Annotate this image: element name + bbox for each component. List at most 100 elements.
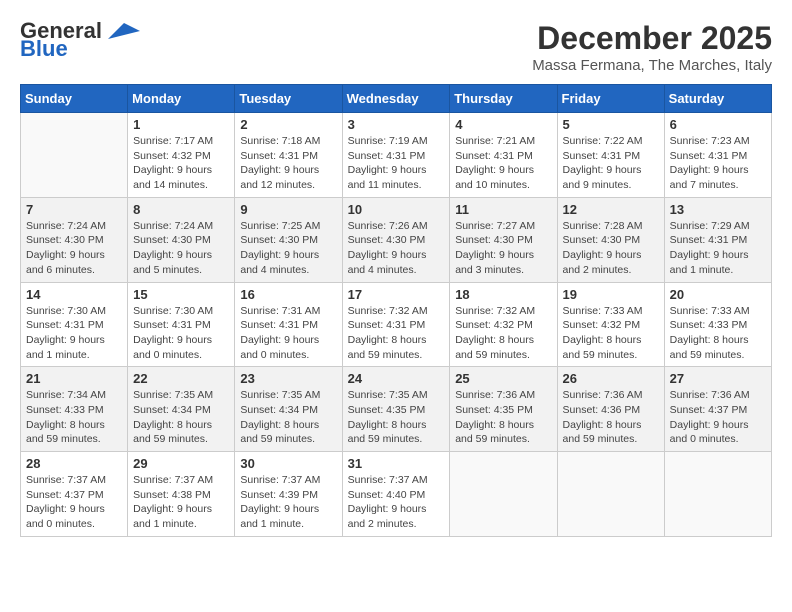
day-number: 30 bbox=[240, 456, 336, 471]
day-number: 5 bbox=[563, 117, 659, 132]
calendar-week-row: 21Sunrise: 7:34 AM Sunset: 4:33 PM Dayli… bbox=[21, 367, 772, 452]
day-number: 17 bbox=[348, 287, 445, 302]
day-info: Sunrise: 7:25 AM Sunset: 4:30 PM Dayligh… bbox=[240, 219, 336, 278]
calendar-cell: 24Sunrise: 7:35 AM Sunset: 4:35 PM Dayli… bbox=[342, 367, 450, 452]
calendar-cell bbox=[450, 452, 557, 537]
day-info: Sunrise: 7:24 AM Sunset: 4:30 PM Dayligh… bbox=[26, 219, 122, 278]
day-info: Sunrise: 7:28 AM Sunset: 4:30 PM Dayligh… bbox=[563, 219, 659, 278]
calendar-table: SundayMondayTuesdayWednesdayThursdayFrid… bbox=[20, 84, 772, 537]
day-info: Sunrise: 7:29 AM Sunset: 4:31 PM Dayligh… bbox=[670, 219, 766, 278]
calendar-cell: 13 Sunrise: 7:29 AM Sunset: 4:31 PM Dayli… bbox=[664, 197, 771, 282]
day-info: Sunrise: 7:35 AM Sunset: 4:34 PM Dayligh… bbox=[240, 388, 336, 447]
day-number: 24 bbox=[348, 371, 445, 386]
logo-icon bbox=[104, 21, 140, 39]
day-number: 19 bbox=[563, 287, 659, 302]
day-info: Sunrise: 7:17 AM Sunset: 4:32 PM Dayligh… bbox=[133, 134, 229, 193]
calendar-cell: 3Sunrise: 7:19 AM Sunset: 4:31 PM Daylig… bbox=[342, 113, 450, 198]
day-info: Sunrise: 7:21 AM Sunset: 4:31 PM Dayligh… bbox=[455, 134, 551, 193]
day-info: Sunrise: 7:37 AM Sunset: 4:39 PM Dayligh… bbox=[240, 473, 336, 532]
day-number: 23 bbox=[240, 371, 336, 386]
day-info: Sunrise: 7:27 AM Sunset: 4:30 PM Dayligh… bbox=[455, 219, 551, 278]
col-header-wednesday: Wednesday bbox=[342, 85, 450, 113]
day-info: Sunrise: 7:35 AM Sunset: 4:34 PM Dayligh… bbox=[133, 388, 229, 447]
col-header-friday: Friday bbox=[557, 85, 664, 113]
calendar-week-row: 7 Sunrise: 7:24 AM Sunset: 4:30 PM Daylig… bbox=[21, 197, 772, 282]
calendar-cell: 10Sunrise: 7:26 AM Sunset: 4:30 PM Dayli… bbox=[342, 197, 450, 282]
day-info: Sunrise: 7:33 AM Sunset: 4:33 PM Dayligh… bbox=[670, 304, 766, 363]
calendar-cell: 27 Sunrise: 7:36 AM Sunset: 4:37 PM Dayli… bbox=[664, 367, 771, 452]
calendar-cell: 15 Sunrise: 7:30 AM Sunset: 4:31 PM Dayli… bbox=[128, 282, 235, 367]
calendar-cell: 9 Sunrise: 7:25 AM Sunset: 4:30 PM Daylig… bbox=[235, 197, 342, 282]
day-info: Sunrise: 7:18 AM Sunset: 4:31 PM Dayligh… bbox=[240, 134, 336, 193]
day-info: Sunrise: 7:37 AM Sunset: 4:38 PM Dayligh… bbox=[133, 473, 229, 532]
calendar-cell: 22 Sunrise: 7:35 AM Sunset: 4:34 PM Dayli… bbox=[128, 367, 235, 452]
calendar-cell: 7 Sunrise: 7:24 AM Sunset: 4:30 PM Daylig… bbox=[21, 197, 128, 282]
day-info: Sunrise: 7:36 AM Sunset: 4:37 PM Dayligh… bbox=[670, 388, 766, 447]
calendar-cell: 26 Sunrise: 7:36 AM Sunset: 4:36 PM Dayli… bbox=[557, 367, 664, 452]
calendar-week-row: 28 Sunrise: 7:37 AM Sunset: 4:37 PM Dayli… bbox=[21, 452, 772, 537]
calendar-cell: 14Sunrise: 7:30 AM Sunset: 4:31 PM Dayli… bbox=[21, 282, 128, 367]
calendar-week-row: 1 Sunrise: 7:17 AM Sunset: 4:32 PM Daylig… bbox=[21, 113, 772, 198]
day-number: 20 bbox=[670, 287, 766, 302]
col-header-monday: Monday bbox=[128, 85, 235, 113]
title-block: December 2025 Massa Fermana, The Marches… bbox=[532, 20, 772, 74]
day-info: Sunrise: 7:24 AM Sunset: 4:30 PM Dayligh… bbox=[133, 219, 229, 278]
calendar-cell: 31Sunrise: 7:37 AM Sunset: 4:40 PM Dayli… bbox=[342, 452, 450, 537]
day-info: Sunrise: 7:30 AM Sunset: 4:31 PM Dayligh… bbox=[133, 304, 229, 363]
calendar-cell: 8 Sunrise: 7:24 AM Sunset: 4:30 PM Daylig… bbox=[128, 197, 235, 282]
day-info: Sunrise: 7:22 AM Sunset: 4:31 PM Dayligh… bbox=[563, 134, 659, 193]
calendar-cell bbox=[557, 452, 664, 537]
day-number: 31 bbox=[348, 456, 445, 471]
day-number: 1 bbox=[133, 117, 229, 132]
day-number: 15 bbox=[133, 287, 229, 302]
calendar-week-row: 14 Sunrise: 7:30 AM Sunset: 4:31 PM Dayli… bbox=[21, 282, 772, 367]
calendar-cell: 6 Sunrise: 7:23 AM Sunset: 4:31 PM Daylig… bbox=[664, 113, 771, 198]
col-header-tuesday: Tuesday bbox=[235, 85, 342, 113]
day-number: 6 bbox=[670, 117, 766, 132]
calendar-header-row: SundayMondayTuesdayWednesdayThursdayFrid… bbox=[21, 85, 772, 113]
day-number: 7 bbox=[26, 202, 122, 217]
calendar-cell: 1 Sunrise: 7:17 AM Sunset: 4:32 PM Daylig… bbox=[128, 113, 235, 198]
day-number: 26 bbox=[563, 371, 659, 386]
day-number: 22 bbox=[133, 371, 229, 386]
calendar-cell: 16 Sunrise: 7:31 AM Sunset: 4:31 PM Dayli… bbox=[235, 282, 342, 367]
day-number: 13 bbox=[670, 202, 766, 217]
calendar-cell: 28 Sunrise: 7:37 AM Sunset: 4:37 PM Dayli… bbox=[21, 452, 128, 537]
day-info: Sunrise: 7:37 AM Sunset: 4:37 PM Dayligh… bbox=[26, 473, 122, 532]
calendar-cell: 19Sunrise: 7:33 AM Sunset: 4:32 PM Dayli… bbox=[557, 282, 664, 367]
day-info: Sunrise: 7:32 AM Sunset: 4:31 PM Dayligh… bbox=[348, 304, 445, 363]
calendar-cell: 4Sunrise: 7:21 AM Sunset: 4:31 PM Daylig… bbox=[450, 113, 557, 198]
day-number: 8 bbox=[133, 202, 229, 217]
day-info: Sunrise: 7:31 AM Sunset: 4:31 PM Dayligh… bbox=[240, 304, 336, 363]
calendar-cell: 5 Sunrise: 7:22 AM Sunset: 4:31 PM Daylig… bbox=[557, 113, 664, 198]
day-info: Sunrise: 7:36 AM Sunset: 4:36 PM Dayligh… bbox=[563, 388, 659, 447]
day-number: 18 bbox=[455, 287, 551, 302]
calendar-cell: 30 Sunrise: 7:37 AM Sunset: 4:39 PM Dayli… bbox=[235, 452, 342, 537]
day-number: 14 bbox=[26, 287, 122, 302]
col-header-thursday: Thursday bbox=[450, 85, 557, 113]
day-info: Sunrise: 7:26 AM Sunset: 4:30 PM Dayligh… bbox=[348, 219, 445, 278]
calendar-cell: 17 Sunrise: 7:32 AM Sunset: 4:31 PM Dayli… bbox=[342, 282, 450, 367]
day-number: 9 bbox=[240, 202, 336, 217]
day-number: 12 bbox=[563, 202, 659, 217]
calendar-cell: 2Sunrise: 7:18 AM Sunset: 4:31 PM Daylig… bbox=[235, 113, 342, 198]
calendar-cell: 12 Sunrise: 7:28 AM Sunset: 4:30 PM Dayli… bbox=[557, 197, 664, 282]
calendar-cell bbox=[21, 113, 128, 198]
calendar-cell: 21Sunrise: 7:34 AM Sunset: 4:33 PM Dayli… bbox=[21, 367, 128, 452]
day-number: 25 bbox=[455, 371, 551, 386]
day-info: Sunrise: 7:23 AM Sunset: 4:31 PM Dayligh… bbox=[670, 134, 766, 193]
day-number: 27 bbox=[670, 371, 766, 386]
day-number: 16 bbox=[240, 287, 336, 302]
location-subtitle: Massa Fermana, The Marches, Italy bbox=[532, 57, 772, 74]
calendar-cell bbox=[664, 452, 771, 537]
day-number: 21 bbox=[26, 371, 122, 386]
day-number: 28 bbox=[26, 456, 122, 471]
day-number: 3 bbox=[348, 117, 445, 132]
calendar-cell: 20 Sunrise: 7:33 AM Sunset: 4:33 PM Dayli… bbox=[664, 282, 771, 367]
day-number: 11 bbox=[455, 202, 551, 217]
day-info: Sunrise: 7:36 AM Sunset: 4:35 PM Dayligh… bbox=[455, 388, 551, 447]
calendar-cell: 25 Sunrise: 7:36 AM Sunset: 4:35 PM Dayli… bbox=[450, 367, 557, 452]
day-info: Sunrise: 7:32 AM Sunset: 4:32 PM Dayligh… bbox=[455, 304, 551, 363]
calendar-cell: 18 Sunrise: 7:32 AM Sunset: 4:32 PM Dayli… bbox=[450, 282, 557, 367]
calendar-cell: 11 Sunrise: 7:27 AM Sunset: 4:30 PM Dayli… bbox=[450, 197, 557, 282]
